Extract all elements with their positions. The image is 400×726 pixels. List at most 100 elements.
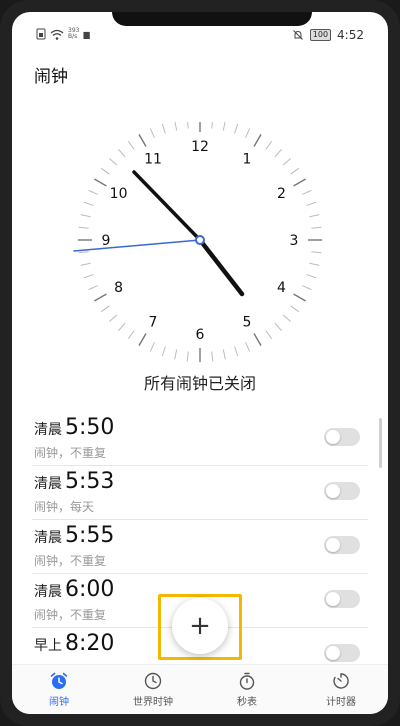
clock-tick (138, 133, 147, 147)
tab-timer[interactable]: 计时器 (294, 665, 388, 714)
sim-icon (36, 28, 46, 40)
clock-tick (309, 214, 320, 218)
minute-hand (132, 170, 202, 242)
alarm-time: 5:55 (65, 523, 115, 548)
phone-frame: 393 B/s ▆ 100 4:52 闹钟 12 1 2 3 4 5 6 7 8 9 10 11 (0, 0, 400, 726)
stopwatch-icon (239, 672, 255, 690)
clock-tick (211, 122, 213, 129)
clock-tick (127, 141, 135, 150)
clock-tick (174, 122, 178, 131)
alarm-period: 清晨 (34, 584, 62, 600)
alarm-toggle[interactable] (324, 536, 360, 554)
clock-tick (253, 133, 262, 147)
alarm-toggle[interactable] (324, 590, 360, 608)
clock-tick (80, 214, 91, 218)
alarm-item[interactable]: 清晨 5:53 闹钟，每天 (32, 466, 368, 520)
status-time: 4:52 (337, 28, 364, 42)
alarm-period: 清晨 (34, 476, 62, 492)
alarm-clock-icon (50, 672, 68, 689)
clock-tick (290, 167, 299, 175)
clock-tick (253, 333, 262, 347)
screen: 393 B/s ▆ 100 4:52 闹钟 12 1 2 3 4 5 6 7 8 9 10 11 (12, 12, 388, 714)
clock-tick (234, 123, 239, 134)
toggle-knob (326, 592, 340, 606)
alarm-item[interactable]: 清晨 5:55 闹钟，不重复 (32, 520, 368, 574)
alarm-time-line: 早上 8:20 (34, 631, 114, 656)
alarm-time: 6:00 (65, 577, 115, 602)
alarm-time-line: 清晨 5:53 (34, 469, 114, 494)
tab-label: 计时器 (326, 697, 356, 708)
clock-tick (78, 251, 89, 254)
clock-tick (138, 333, 147, 347)
page-title: 闹钟 (34, 67, 68, 87)
clock-tick (127, 330, 135, 339)
alarm-period: 早上 (34, 638, 62, 654)
timer-icon (333, 673, 349, 689)
tab-stopwatch[interactable]: 秒表 (200, 665, 294, 714)
clock-tick (149, 128, 155, 138)
status-bar: 393 B/s ▆ 100 4:52 (12, 26, 388, 46)
alarm-toggle[interactable] (324, 428, 360, 446)
clock-tick (101, 167, 110, 175)
tab-label: 世界时钟 (133, 697, 173, 708)
alarm-description: 闹钟，不重复 (34, 608, 107, 622)
status-left: 393 B/s ▆ (36, 28, 90, 40)
second-hand (73, 239, 201, 252)
clock-tick (309, 262, 320, 266)
clock-tick (311, 226, 322, 229)
alarm-time-line: 清晨 5:50 (34, 415, 114, 440)
clock-tick (161, 123, 166, 134)
analog-clock: 12 1 2 3 4 5 6 7 8 9 10 11 (70, 122, 330, 362)
clock-tick (306, 201, 317, 206)
wifi-icon (50, 29, 64, 40)
alarm-period: 清晨 (34, 530, 62, 546)
clock-tick (93, 293, 107, 302)
clock-number: 8 (114, 280, 123, 296)
clock-tick (109, 314, 118, 323)
clock-tick (161, 346, 166, 357)
clock-tick (78, 226, 89, 229)
clock-tick (187, 122, 189, 129)
clock-tick (186, 351, 189, 362)
clock-center-pin (195, 235, 205, 245)
analog-clock-face: 121234567891011 (73, 122, 322, 362)
clock-tick (222, 349, 226, 360)
clock-tick (290, 305, 299, 313)
clock-tick (306, 274, 317, 279)
alarm-toggle[interactable] (324, 644, 360, 662)
clock-tick (302, 285, 312, 291)
clock-tick (88, 285, 98, 291)
notification-indicator: ▆ (83, 29, 90, 39)
bell-off-icon (292, 30, 303, 40)
clock-tick (83, 201, 94, 206)
alarm-item[interactable]: 清晨 5:50 闹钟，不重复 (32, 412, 368, 466)
alarm-description: 闹钟，不重复 (34, 554, 107, 568)
hour-hand (197, 237, 245, 297)
clock-number: 12 (191, 139, 209, 155)
clock-number: 6 (196, 327, 205, 343)
tab-label: 闹钟 (49, 697, 69, 708)
clock-tick (88, 189, 98, 195)
alarms-status-message: 所有闹钟已关闭 (143, 374, 256, 393)
clock-tick (174, 349, 178, 360)
clock-tick (293, 293, 307, 302)
clock-tick (311, 251, 322, 254)
status-right: 100 4:52 (292, 28, 364, 42)
clock-tick (117, 149, 126, 158)
alarm-time: 5:53 (65, 469, 115, 494)
clock-number: 4 (277, 280, 286, 296)
alarm-toggle[interactable] (324, 482, 360, 500)
clock-number: 5 (243, 314, 252, 330)
clock-number: 1 (243, 152, 252, 168)
clock-tick (109, 157, 118, 166)
bottom-navigation: 闹钟 世界时钟 秒表 计时器 (12, 664, 388, 714)
battery-indicator: 100 (309, 29, 332, 41)
clock-tick (101, 305, 110, 313)
clock-tick (80, 262, 91, 266)
tab-world-clock[interactable]: 世界时钟 (106, 665, 200, 714)
clock-number: 11 (144, 152, 162, 168)
tab-alarm[interactable]: 闹钟 (12, 665, 106, 714)
add-alarm-button[interactable]: + (172, 598, 228, 654)
toggle-knob (326, 646, 340, 660)
toggle-knob (326, 430, 340, 444)
